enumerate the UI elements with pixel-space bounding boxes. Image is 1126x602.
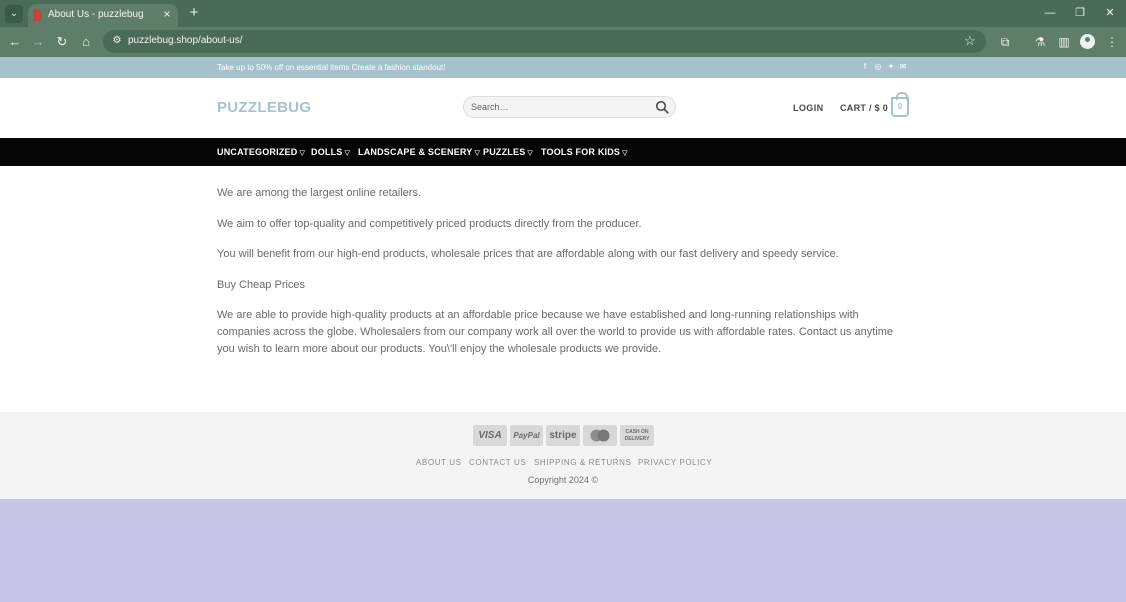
paypal-icon: PayPal: [510, 425, 543, 446]
address-bar[interactable]: ⚙ puzzlebug.shop/about-us/ ☆: [103, 30, 986, 53]
chevron-down-icon: ▽: [299, 150, 306, 157]
chevron-down-icon: ▽: [622, 150, 628, 157]
nav-item-landscape-scenery[interactable]: LANDSCAPE & SCENERY ▽: [358, 147, 480, 157]
search-box: [463, 96, 676, 118]
facebook-icon[interactable]: f: [860, 62, 870, 72]
web-page: Take up to 50% off on essential items Cr…: [0, 57, 1126, 602]
nav-item-tools-for-kids[interactable]: TOOLS FOR KIDS ▽: [541, 147, 628, 157]
paragraph: We aim to offer top-quality and competit…: [217, 218, 642, 230]
browser-toolbar: ← → ↻ ⌂ ⚙ puzzlebug.shop/about-us/ ☆ ⧉ ⚗…: [0, 27, 1126, 57]
paragraph: We are among the largest online retailer…: [217, 187, 422, 199]
stripe-icon: stripe: [546, 425, 580, 446]
visa-icon: VISA: [473, 425, 507, 446]
window-close-icon[interactable]: ✕: [1102, 5, 1118, 21]
about-us-content: We are among the largest online retailer…: [0, 166, 1126, 412]
tab-title: About Us - puzzlebug: [48, 9, 144, 20]
bookmark-star-icon[interactable]: ☆: [962, 33, 978, 49]
login-link[interactable]: LOGIN: [793, 103, 824, 113]
profile-avatar-icon[interactable]: [1080, 34, 1095, 49]
site-header: PUZZLEBUG LOGIN CART / $ 0 0: [0, 78, 1126, 138]
search-icon[interactable]: [655, 100, 669, 114]
email-icon[interactable]: ✉: [898, 62, 908, 72]
chevron-down-icon: ▽: [344, 150, 351, 157]
browser-menu-icon[interactable]: ⋮: [1103, 33, 1121, 51]
chevron-down-icon: ▽: [527, 150, 533, 157]
minimize-icon[interactable]: —: [1042, 5, 1058, 21]
site-footer: VISA PayPal stripe CASH ON DELIVERY ABOU…: [0, 412, 1126, 499]
extensions-puzzle-icon[interactable]: ⧉: [996, 33, 1014, 51]
back-arrow-icon[interactable]: ←: [6, 33, 24, 51]
footer-link-privacy-policy[interactable]: PRIVACY POLICY: [638, 458, 712, 467]
cart-count-badge: 0: [897, 102, 903, 111]
search-input[interactable]: [471, 100, 651, 114]
labs-flask-icon[interactable]: ⚗: [1031, 33, 1049, 51]
instagram-icon[interactable]: ◎: [873, 62, 883, 72]
paragraph: We are able to provide high-quality prod…: [217, 309, 894, 355]
main-navigation: UNCATEGORIZED ▽ DOLLS ▽ LANDSCAPE & SCENER…: [0, 138, 1126, 166]
new-tab-button[interactable]: +: [186, 4, 202, 22]
copyright-text: Copyright 2024 ©: [527, 475, 599, 485]
site-info-icon[interactable]: ⚙: [110, 34, 124, 48]
side-panel-icon[interactable]: ▥: [1055, 33, 1073, 51]
tab-close-icon[interactable]: ×: [160, 7, 174, 21]
nav-item-puzzles[interactable]: PUZZLES ▽: [483, 147, 533, 157]
nav-item-uncategorized[interactable]: UNCATEGORIZED ▽: [217, 147, 305, 157]
chevron-down-icon: ▽: [474, 150, 481, 157]
site-logo[interactable]: PUZZLEBUG: [217, 99, 311, 116]
restore-icon[interactable]: ❐: [1072, 5, 1088, 21]
forward-arrow-icon[interactable]: →: [29, 33, 47, 51]
promo-text: Take up to 50% off on essential items Cr…: [217, 63, 446, 72]
cash-on-delivery-icon: CASH ON DELIVERY: [620, 425, 654, 446]
browser-tab-active[interactable]: About Us - puzzlebug ×: [28, 4, 178, 27]
footer-link-about-us[interactable]: ABOUT US: [416, 458, 462, 467]
mastercard-logo-icon: [590, 429, 610, 442]
site-favicon-icon: [33, 9, 41, 21]
cart-link[interactable]: CART / $ 0: [840, 103, 888, 113]
mastercard-icon: [583, 425, 617, 446]
cart-bag-icon[interactable]: 0: [891, 92, 909, 117]
footer-link-contact-us[interactable]: CONTACT US: [469, 458, 526, 467]
reload-icon[interactable]: ↻: [53, 33, 71, 51]
browser-tab-bar: ⌄ About Us - puzzlebug × + — ❐ ✕: [0, 0, 1126, 27]
url-text: puzzlebug.shop/about-us/: [128, 35, 243, 46]
home-icon[interactable]: ⌂: [77, 33, 95, 51]
tab-search-button[interactable]: ⌄: [5, 5, 23, 23]
twitter-icon[interactable]: ✦: [886, 62, 896, 72]
nav-item-dolls[interactable]: DOLLS ▽: [311, 147, 350, 157]
paragraph-heading: Buy Cheap Prices: [217, 279, 306, 291]
paragraph: You will benefit from our high-end produ…: [217, 248, 839, 260]
footer-link-shipping-returns[interactable]: SHIPPING & RETURNS: [534, 458, 631, 467]
promo-top-bar: Take up to 50% off on essential items Cr…: [0, 57, 1126, 78]
